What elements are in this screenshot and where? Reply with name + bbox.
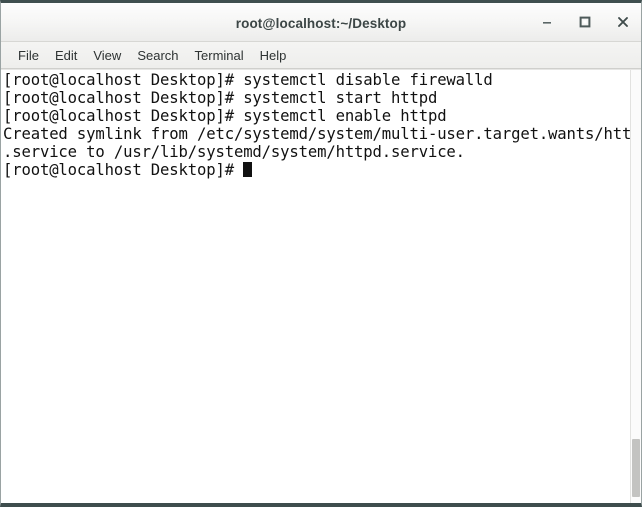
minimize-button[interactable] bbox=[538, 13, 556, 31]
menu-item-view[interactable]: View bbox=[85, 46, 129, 65]
window-controls bbox=[538, 3, 632, 41]
maximize-button[interactable] bbox=[576, 13, 594, 31]
terminal-line: [root@localhost Desktop]# systemctl enab… bbox=[3, 107, 447, 125]
terminal-prompt-text: [root@localhost Desktop]# bbox=[3, 161, 244, 179]
terminal-prompt-line: [root@localhost Desktop]# bbox=[3, 161, 630, 179]
minimize-icon bbox=[540, 15, 554, 29]
scrollbar-thumb[interactable] bbox=[632, 439, 640, 497]
window-title: root@localhost:~/Desktop bbox=[235, 15, 407, 31]
terminal-line: [root@localhost Desktop]# systemctl disa… bbox=[3, 71, 493, 89]
terminal-line: Created symlink from /etc/systemd/system… bbox=[3, 125, 630, 143]
terminal-line: .service to /usr/lib/systemd/system/http… bbox=[3, 143, 465, 161]
menubar: File Edit View Search Terminal Help bbox=[1, 42, 641, 69]
menu-item-search[interactable]: Search bbox=[129, 46, 186, 65]
terminal-scrollbar[interactable] bbox=[630, 70, 641, 503]
menu-item-edit[interactable]: Edit bbox=[47, 46, 85, 65]
terminal-window: root@localhost:~/Desktop File Edit View … bbox=[0, 0, 642, 507]
close-button[interactable] bbox=[614, 13, 632, 31]
maximize-icon bbox=[578, 15, 592, 29]
menu-item-file[interactable]: File bbox=[10, 46, 47, 65]
terminal-line: [root@localhost Desktop]# systemctl star… bbox=[3, 89, 438, 107]
menu-item-help[interactable]: Help bbox=[252, 46, 295, 65]
terminal-screen[interactable]: [root@localhost Desktop]# systemctl disa… bbox=[1, 70, 630, 503]
menu-item-terminal[interactable]: Terminal bbox=[187, 46, 252, 65]
close-icon bbox=[616, 15, 630, 29]
window-titlebar[interactable]: root@localhost:~/Desktop bbox=[1, 3, 641, 42]
terminal-area: [root@localhost Desktop]# systemctl disa… bbox=[1, 69, 641, 503]
terminal-cursor bbox=[243, 162, 253, 177]
